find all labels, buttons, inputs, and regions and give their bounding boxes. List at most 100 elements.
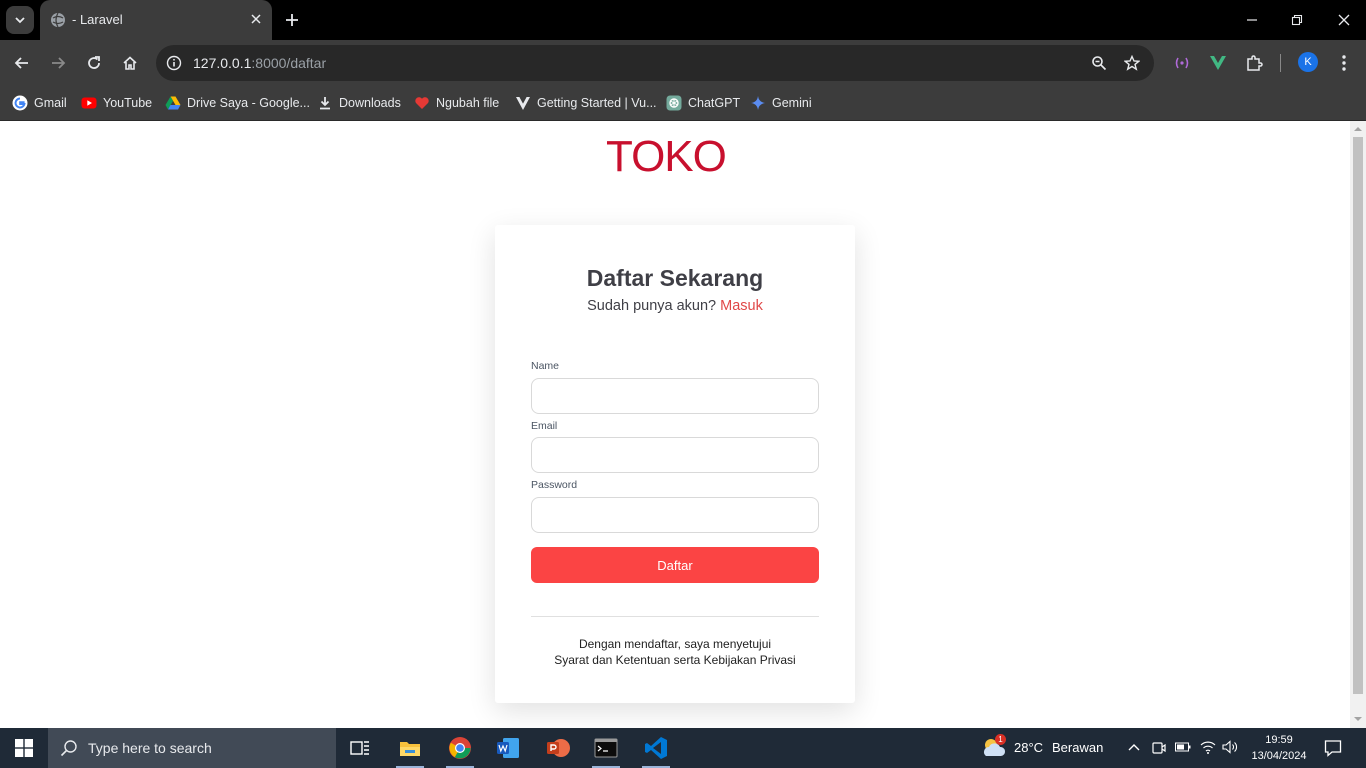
close-icon — [251, 14, 261, 24]
bookmark-label: YouTube — [103, 96, 153, 110]
home-icon — [123, 56, 137, 70]
volume-icon[interactable] — [1222, 740, 1238, 754]
show-hidden-icons-icon[interactable] — [1128, 742, 1140, 752]
wifi-icon[interactable] — [1200, 740, 1216, 754]
system-clock[interactable]: 19:59 13/04/2024 — [1244, 732, 1314, 764]
email-input[interactable] — [531, 437, 819, 473]
vscode-app[interactable] — [634, 728, 678, 768]
vuetify-icon — [515, 95, 531, 111]
bookmark-label: ChatGPT — [688, 96, 741, 110]
close-window-button[interactable] — [1332, 8, 1356, 32]
url-text[interactable]: 127.0.0.1:8000/daftar — [193, 55, 326, 71]
address-bar[interactable]: 127.0.0.1:8000/daftar — [156, 45, 1154, 81]
battery-icon[interactable] — [1175, 742, 1191, 752]
bookmark-chatgpt[interactable]: ChatGPT — [666, 92, 740, 114]
weather-description: Berawan — [1052, 740, 1104, 755]
info-icon — [166, 55, 182, 71]
bookmark-label: Ngubah file — [436, 96, 500, 110]
forward-button[interactable] — [44, 49, 72, 77]
new-tab-button[interactable] — [282, 10, 302, 30]
terminal-app[interactable] — [584, 728, 628, 768]
close-icon — [1338, 14, 1350, 26]
weather-widget[interactable]: 1 — [980, 734, 1010, 762]
file-explorer-app[interactable] — [388, 728, 432, 768]
password-input[interactable] — [531, 497, 819, 533]
clock-date: 13/04/2024 — [1251, 750, 1307, 762]
terms-line-1: Dengan mendaftar, saya menyetujui — [578, 637, 772, 651]
tab-close-button[interactable] — [248, 11, 264, 27]
name-input[interactable] — [531, 378, 819, 414]
bookmark-gemini[interactable]: Gemini — [750, 92, 812, 114]
meet-now-icon[interactable] — [1152, 740, 1166, 756]
home-button[interactable] — [116, 49, 144, 77]
extension-button[interactable] — [1171, 52, 1193, 74]
login-prompt: Sudah punya akun? Masuk — [495, 298, 855, 314]
url-host: 127.0.0.1 — [193, 55, 252, 71]
zoom-icon — [1092, 56, 1107, 71]
bookmark-ngubah-file[interactable]: Ngubah file — [414, 92, 499, 114]
bookmark-label: Gmail — [34, 96, 67, 110]
plus-icon — [286, 14, 298, 26]
back-button[interactable] — [8, 49, 36, 77]
site-info-button[interactable] — [164, 53, 184, 73]
task-view-icon — [350, 741, 369, 755]
vue-devtools-button[interactable] — [1207, 52, 1229, 74]
search-icon — [60, 740, 77, 757]
terms-text: Dengan mendaftar, saya menyetujui Syarat… — [495, 636, 855, 668]
brand-logo[interactable]: TOKO — [606, 134, 727, 180]
bookmark-star-button[interactable] — [1122, 53, 1142, 73]
bookmark-label: Downloads — [339, 96, 401, 110]
globe-icon — [51, 12, 65, 28]
active-tab[interactable]: - Laravel — [40, 0, 272, 40]
powerpoint-icon — [547, 739, 570, 757]
register-card: Daftar Sekarang Sudah punya akun? Masuk … — [495, 225, 855, 703]
profile-avatar[interactable]: K — [1298, 52, 1318, 72]
minimize-button[interactable] — [1240, 8, 1264, 32]
scroll-down-icon[interactable] — [1354, 715, 1362, 723]
tab-strip: - Laravel — [0, 0, 1366, 40]
zoom-button[interactable] — [1089, 53, 1109, 73]
taskbar-search-box[interactable]: Type here to search — [48, 728, 336, 768]
windows-logo-icon — [15, 739, 33, 757]
powerpoint-app[interactable] — [536, 728, 580, 768]
divider — [531, 616, 819, 617]
chrome-app[interactable] — [438, 728, 482, 768]
login-link[interactable]: Masuk — [720, 298, 763, 314]
puzzle-icon — [1247, 55, 1263, 71]
star-icon — [1124, 55, 1140, 71]
login-prompt-text: Sudah punya akun? — [587, 298, 717, 314]
search-placeholder: Type here to search — [88, 740, 212, 756]
email-label: Email — [531, 420, 558, 432]
tab-title: - Laravel — [72, 12, 123, 27]
reload-button[interactable] — [80, 49, 108, 77]
bookmark-youtube[interactable]: YouTube — [81, 92, 152, 114]
bookmark-label: Gemini — [772, 96, 812, 110]
bookmark-gmail[interactable]: Gmail — [12, 92, 67, 114]
page-title: Daftar Sekarang — [586, 265, 764, 291]
bookmark-vuetify[interactable]: Getting Started | Vu... — [515, 92, 657, 114]
youtube-icon — [81, 95, 97, 111]
scroll-thumb[interactable] — [1353, 137, 1363, 694]
toolbar-separator — [1280, 54, 1281, 72]
browser-menu-button[interactable] — [1333, 52, 1355, 74]
page-scrollbar[interactable] — [1350, 121, 1366, 728]
chevron-down-icon — [15, 17, 25, 24]
kebab-menu-icon — [1342, 55, 1346, 71]
terms-line-2: Syarat dan Ketentuan serta Kebijakan Pri… — [554, 653, 796, 667]
bookmark-drive[interactable]: Drive Saya - Google... — [165, 92, 310, 114]
restore-button[interactable] — [1285, 8, 1309, 32]
extensions-button[interactable] — [1243, 52, 1265, 74]
tab-search-button[interactable] — [6, 6, 34, 34]
terminal-icon — [594, 738, 618, 758]
vscode-icon — [645, 737, 667, 759]
password-label: Password — [531, 479, 578, 491]
download-icon — [317, 95, 333, 111]
register-button[interactable]: Daftar — [531, 547, 819, 583]
task-view-button[interactable] — [338, 728, 382, 768]
bookmark-downloads[interactable]: Downloads — [317, 92, 401, 114]
start-button[interactable] — [6, 732, 42, 764]
extension-sound-icon — [1175, 57, 1189, 69]
scroll-up-icon[interactable] — [1354, 125, 1362, 133]
notifications-icon[interactable] — [1324, 739, 1342, 757]
word-app[interactable] — [486, 728, 530, 768]
